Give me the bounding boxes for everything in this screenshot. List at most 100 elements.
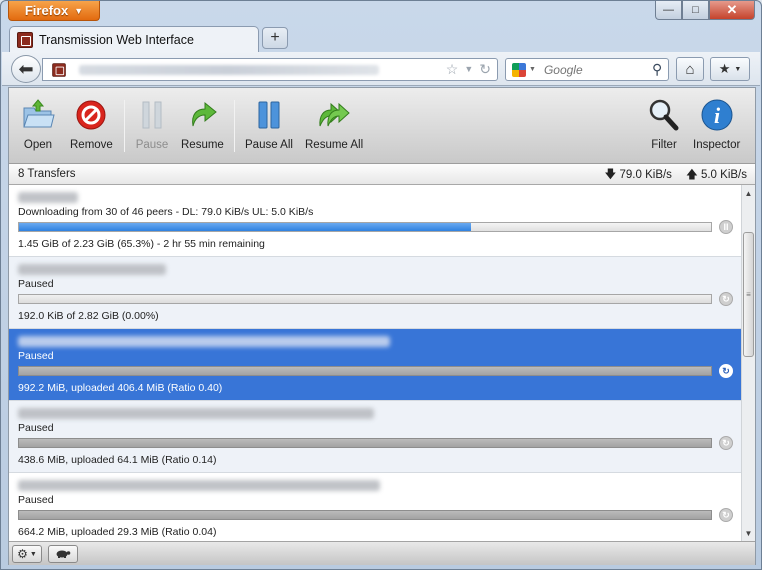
home-button[interactable]: ⌂ (676, 57, 704, 81)
torrent-progress: 192.0 KiB of 2.82 GiB (0.00%) (18, 310, 159, 322)
remove-icon (74, 98, 108, 132)
progress-bar (18, 438, 712, 448)
chevron-down-icon: ▼ (74, 5, 84, 16)
pause-icon (135, 98, 169, 132)
resume-torrent-icon[interactable]: ↻ (719, 508, 733, 522)
tab-title: Transmission Web Interface (39, 32, 194, 47)
download-speed: 🡇 79.0 KiB/s (604, 167, 671, 186)
torrent-name-redacted (18, 408, 374, 419)
torrent-row[interactable]: Downloading from 30 of 46 peers - DL: 79… (9, 185, 741, 257)
torrent-row[interactable]: Paused 438.6 MiB, uploaded 64.1 MiB (Rat… (9, 401, 741, 473)
resume-label: Resume (181, 139, 224, 151)
home-icon: ⌂ (685, 60, 695, 78)
window-controls: — □ ✕ (655, 1, 755, 20)
download-arrow-icon: 🡇 (604, 169, 617, 181)
filter-label: Filter (651, 139, 677, 151)
torrent-name-redacted (18, 264, 166, 275)
settings-menu-button[interactable]: ⚙ ▼ (12, 545, 42, 563)
torrent-status: Paused (18, 278, 54, 290)
torrent-row-selected[interactable]: Paused 992.2 MiB, uploaded 406.4 MiB (Ra… (9, 329, 741, 401)
scroll-down-icon[interactable]: ▼ (742, 526, 755, 540)
search-bar[interactable]: ▼ ⚲ (505, 58, 669, 81)
pause-all-button[interactable]: Pause All (245, 98, 293, 151)
firefox-menu-button[interactable]: Firefox ▼ (8, 1, 100, 21)
pause-torrent-icon[interactable]: II (719, 220, 733, 234)
resume-all-button[interactable]: Resume All (305, 98, 363, 151)
toolbar-separator (124, 100, 125, 152)
search-icon[interactable]: ⚲ (652, 61, 662, 78)
filter-button[interactable]: Filter (647, 98, 681, 151)
firefox-menu-label: Firefox (24, 3, 69, 18)
progress-bar (18, 294, 712, 304)
history-dropdown-icon[interactable]: ▼ (464, 64, 473, 78)
open-button[interactable]: Open (21, 98, 55, 151)
pause-button[interactable]: Pause (135, 98, 169, 151)
upload-arrow-icon: 🡅 (685, 169, 698, 181)
url-bar[interactable]: ☆ ▼ ↻ (42, 58, 498, 81)
torrent-row[interactable]: Paused 664.2 MiB, uploaded 29.3 MiB (Rat… (9, 473, 741, 541)
progress-fill (19, 223, 471, 231)
torrent-name-redacted (18, 480, 380, 491)
torrent-status: Paused (18, 494, 54, 506)
vertical-scrollbar[interactable]: ▲ ≡ ▼ (741, 185, 755, 541)
google-icon (512, 62, 526, 77)
torrent-progress: 992.2 MiB, uploaded 406.4 MiB (Ratio 0.4… (18, 382, 223, 394)
resume-button[interactable]: Resume (181, 98, 224, 151)
bookmarks-button[interactable]: ★ ▼ (710, 57, 750, 81)
remove-button[interactable]: Remove (70, 98, 113, 151)
pause-all-label: Pause All (245, 139, 293, 151)
new-tab-button[interactable]: + (262, 27, 288, 49)
reload-icon[interactable]: ↻ (479, 61, 491, 78)
inspector-label: Inspector (693, 139, 741, 151)
torrent-progress: 1.45 GiB of 2.23 GiB (65.3%) - 2 hr 55 m… (18, 238, 265, 250)
url-bar-icons: ☆ ▼ ↻ (446, 61, 491, 78)
speed-indicators: 🡇 79.0 KiB/s 🡅 5.0 KiB/s (604, 167, 747, 186)
progress-bar (18, 366, 712, 376)
resume-all-label: Resume All (305, 139, 364, 151)
turtle-mode-button[interactable] (48, 545, 78, 563)
browser-tab[interactable]: Transmission Web Interface (9, 26, 259, 52)
torrent-list: Downloading from 30 of 46 peers - DL: 79… (9, 185, 741, 541)
back-button[interactable]: ⬅ (11, 55, 41, 83)
site-identity-icon (52, 62, 66, 77)
chevron-down-icon: ▼ (734, 65, 742, 73)
turtle-icon (55, 547, 71, 561)
upload-speed: 🡅 5.0 KiB/s (686, 167, 747, 186)
torrent-row[interactable]: Paused 192.0 KiB of 2.82 GiB (0.00%) ↻ (9, 257, 741, 329)
resume-arrow-icon (185, 98, 219, 132)
back-arrow-icon: ⬅ (18, 58, 34, 79)
torrent-progress: 438.6 MiB, uploaded 64.1 MiB (Ratio 0.14… (18, 454, 217, 466)
transmission-web-interface: Open Remove Pause Resume Pause All Resum… (8, 87, 756, 565)
info-icon: i (700, 98, 734, 132)
bookmark-star-icon[interactable]: ☆ (446, 61, 459, 78)
open-label: Open (23, 139, 53, 151)
torrent-status: Paused (18, 422, 54, 434)
search-input[interactable] (543, 62, 648, 77)
toolbar: Open Remove Pause Resume Pause All Resum… (9, 88, 755, 164)
download-speed-value: 79.0 KiB/s (619, 169, 672, 181)
chevron-down-icon: ▼ (29, 550, 37, 558)
resume-torrent-icon[interactable]: ↻ (719, 436, 733, 450)
resume-torrent-icon[interactable]: ↻ (719, 364, 733, 378)
transfer-status-bar: 8 Transfers 🡇 79.0 KiB/s 🡅 5.0 KiB/s (9, 164, 755, 185)
progress-bar (18, 510, 712, 520)
minimize-button[interactable]: — (655, 1, 682, 20)
folder-open-icon (21, 98, 55, 132)
search-engine-dropdown-icon[interactable]: ▼ (529, 66, 536, 73)
maximize-button[interactable]: □ (682, 1, 709, 20)
transmission-favicon-icon (17, 31, 33, 48)
resume-torrent-icon[interactable]: ↻ (719, 292, 733, 306)
torrent-name-redacted (18, 192, 78, 203)
scroll-up-icon[interactable]: ▲ (742, 186, 755, 200)
bottom-toolbar: ⚙ ▼ (9, 541, 755, 565)
torrent-progress: 664.2 MiB, uploaded 29.3 MiB (Ratio 0.04… (18, 526, 217, 538)
gear-icon: ⚙ (17, 547, 28, 561)
magnifier-icon (647, 98, 681, 132)
close-window-button[interactable]: ✕ (709, 1, 755, 20)
scrollbar-thumb[interactable]: ≡ (743, 232, 754, 357)
pause-label: Pause (135, 139, 169, 151)
pause-all-icon (252, 98, 286, 132)
navigation-bar: ⬅ ☆ ▼ ↻ ▼ ⚲ ⌂ ★▼ (2, 52, 760, 86)
inspector-button[interactable]: i Inspector (693, 98, 740, 151)
resume-all-icon (317, 98, 351, 132)
